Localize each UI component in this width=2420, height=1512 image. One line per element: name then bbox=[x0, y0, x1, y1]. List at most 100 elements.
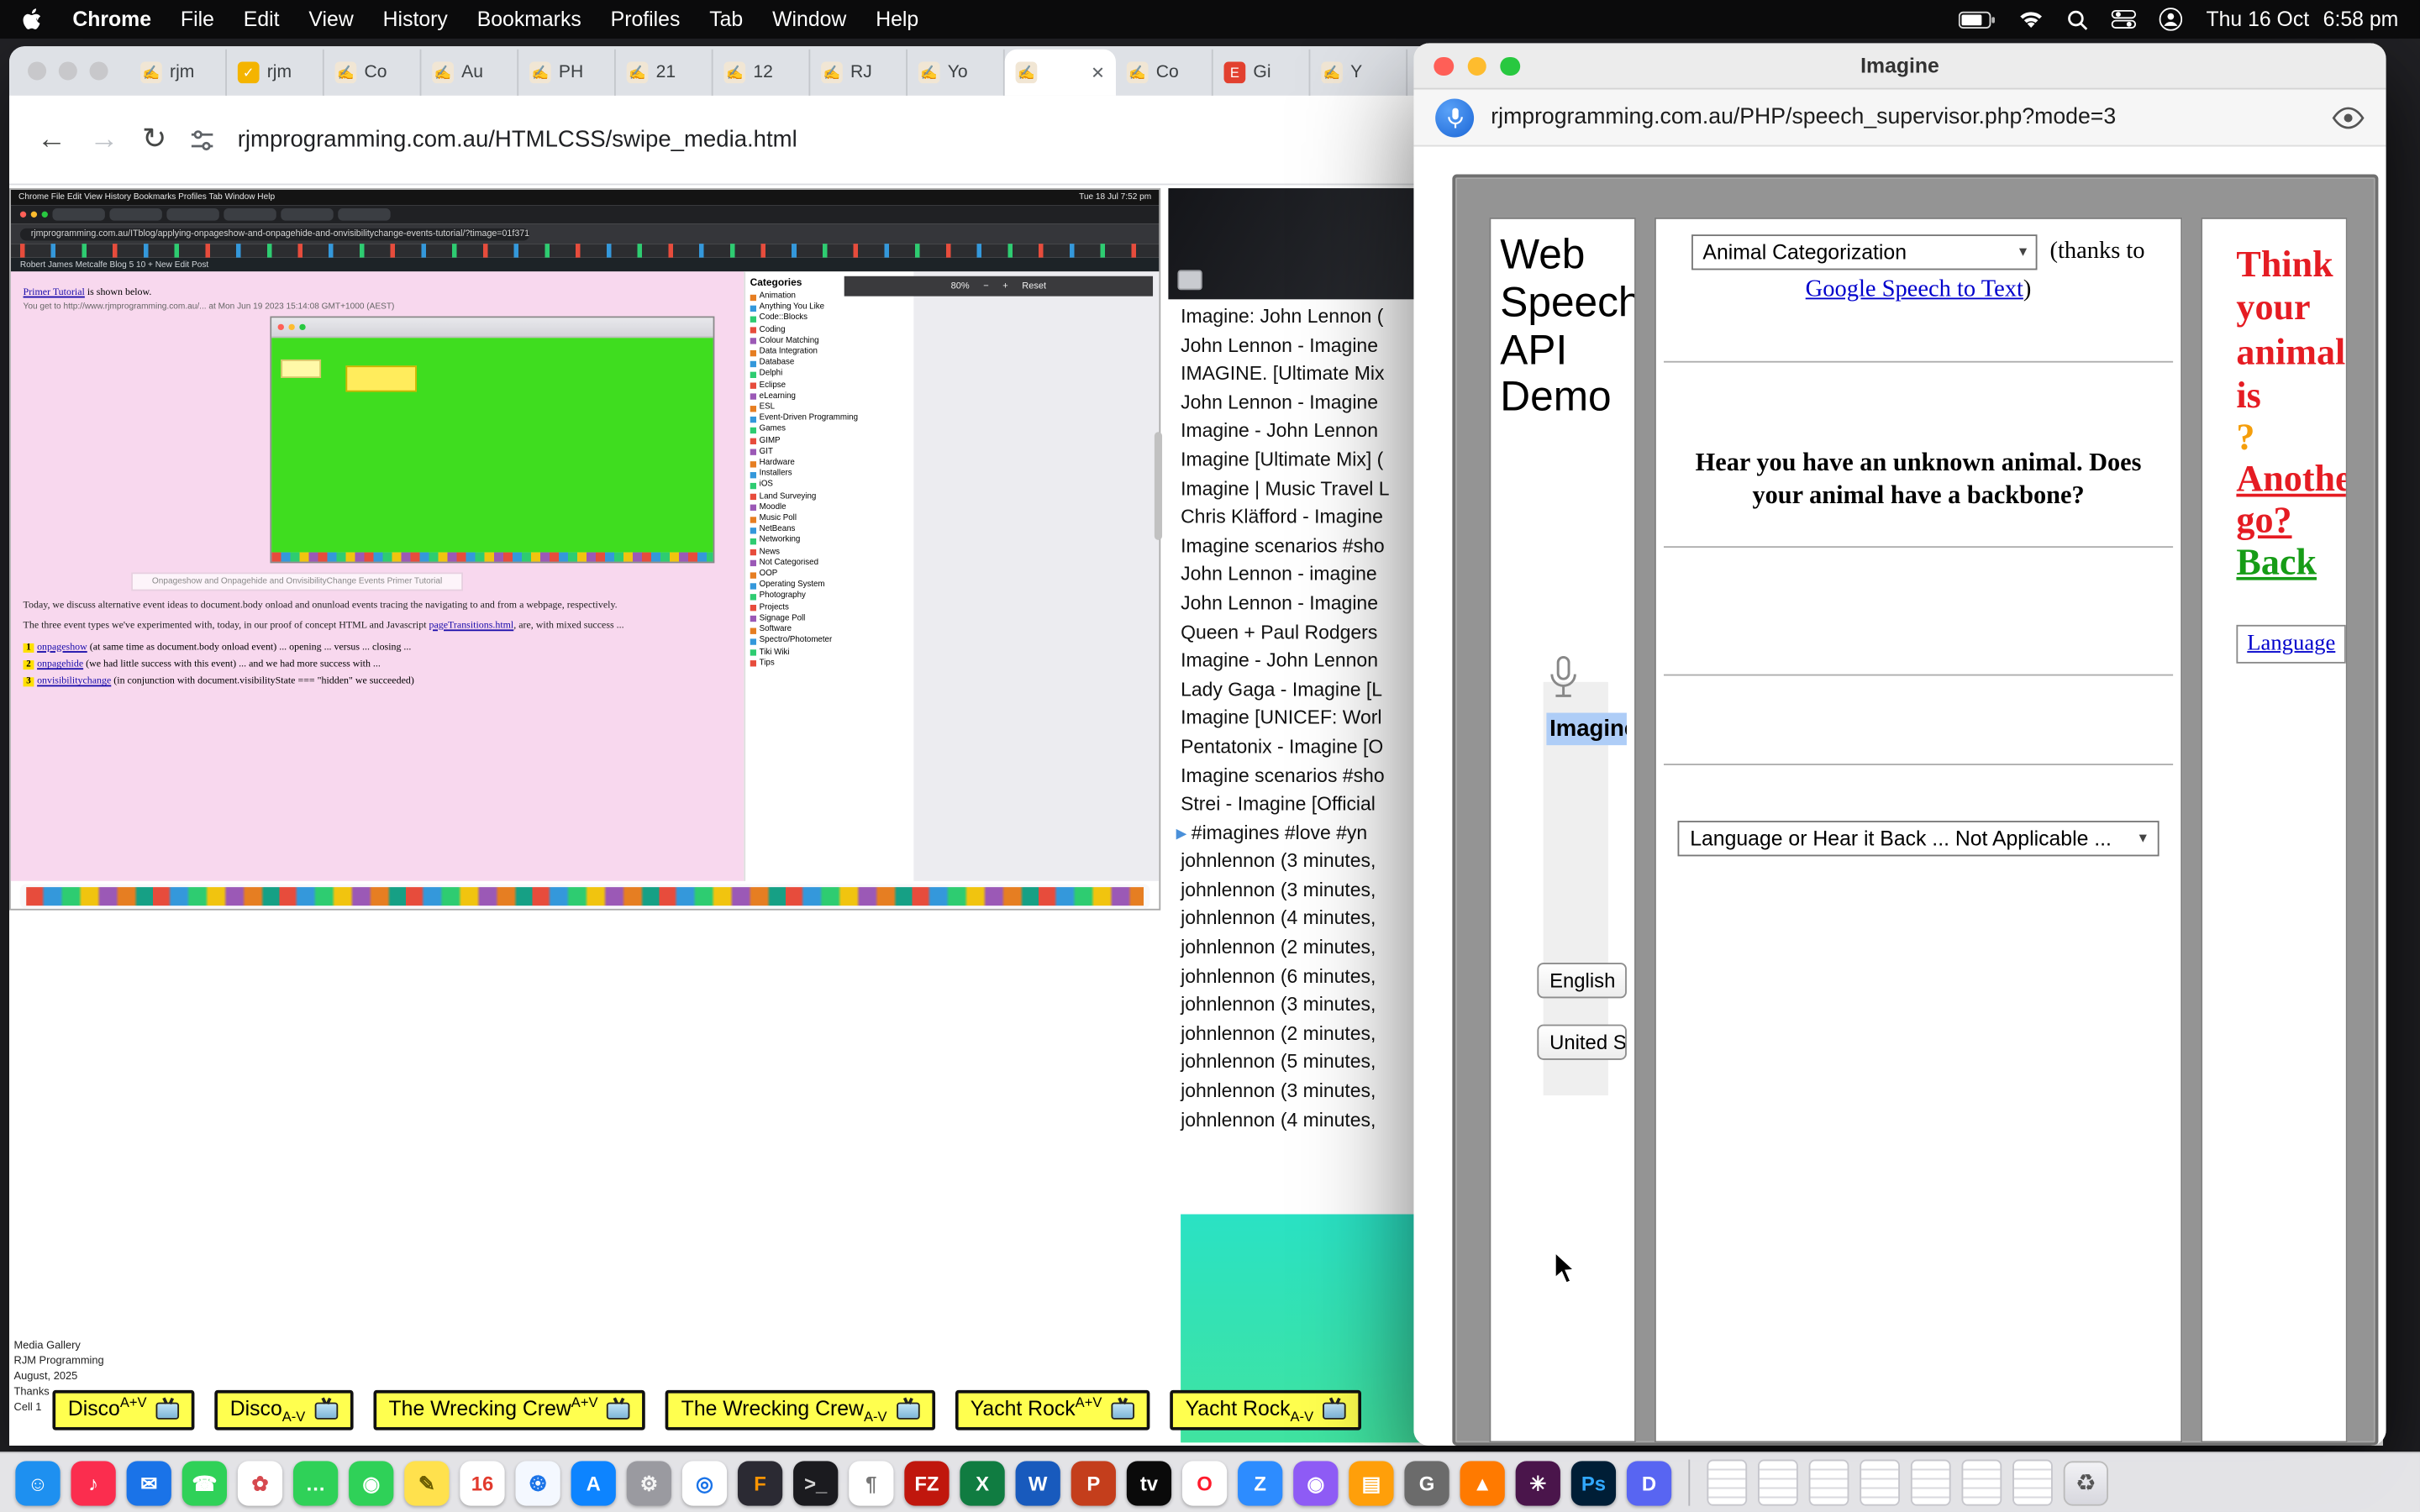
menu-item[interactable]: File bbox=[181, 8, 214, 31]
browser-tab[interactable]: ✍ RJ bbox=[810, 50, 908, 96]
language-select[interactable]: Language or Hear it Back ... Not Applica… bbox=[1678, 821, 2160, 856]
video-list-item[interactable]: Imagine | Music Travel L bbox=[1168, 475, 1424, 503]
selected-list-item[interactable]: Imagine bbox=[1546, 713, 1627, 746]
video-list-item[interactable]: johnlennon (4 minutes, bbox=[1168, 905, 1424, 933]
media-gallery-button[interactable]: The Wrecking CrewA-V bbox=[666, 1390, 934, 1431]
dock-app-icon[interactable]: D bbox=[1627, 1460, 1671, 1504]
dock-app-icon[interactable]: ◉ bbox=[349, 1460, 393, 1504]
wifi-icon[interactable] bbox=[2019, 10, 2044, 29]
dock-app-icon[interactable]: ▤ bbox=[1349, 1460, 1393, 1504]
video-list-item[interactable]: John Lennon - Imagine bbox=[1168, 331, 1424, 360]
dock-app-icon[interactable]: >_ bbox=[793, 1460, 838, 1504]
video-list-item[interactable]: johnlennon (2 minutes, bbox=[1168, 1020, 1424, 1048]
video-list-item[interactable]: IMAGINE. [Ultimate Mix bbox=[1168, 360, 1424, 388]
browser-tab[interactable]: ✓ rjm bbox=[227, 50, 324, 96]
dock-app-icon[interactable]: ✳ bbox=[1516, 1460, 1560, 1504]
dock-app-icon[interactable]: … bbox=[293, 1460, 338, 1504]
forward-icon[interactable]: → bbox=[90, 123, 119, 156]
video-list-item[interactable]: Imagine - John Lennon bbox=[1168, 417, 1424, 446]
menu-item[interactable]: Profiles bbox=[611, 8, 681, 31]
language-button[interactable]: English bbox=[1537, 963, 1627, 998]
dock-app-icon[interactable]: ¶ bbox=[849, 1460, 893, 1504]
media-gallery-button[interactable]: Yacht RockA-V bbox=[1170, 1390, 1361, 1431]
dock-app-icon[interactable]: 16 bbox=[460, 1460, 504, 1504]
video-list-item[interactable]: johnlennon (5 minutes, bbox=[1168, 1048, 1424, 1077]
dock-document-icon[interactable] bbox=[1860, 1460, 1900, 1506]
site-settings-icon[interactable] bbox=[190, 128, 214, 152]
dock-document-icon[interactable] bbox=[1911, 1460, 1951, 1506]
close-window-button[interactable] bbox=[1434, 56, 1453, 76]
video-list-item[interactable]: Queen + Paul Rodgers bbox=[1168, 618, 1424, 647]
active-app-name[interactable]: Chrome bbox=[72, 8, 151, 31]
media-gallery-button[interactable]: Yacht RockA+V bbox=[955, 1390, 1150, 1431]
video-list-item[interactable]: Imagine [Ultimate Mix] ( bbox=[1168, 446, 1424, 475]
video-list-item[interactable]: johnlennon (3 minutes, bbox=[1168, 1077, 1424, 1105]
browser-tab[interactable]: ✍ rjm bbox=[129, 50, 227, 96]
user-icon[interactable] bbox=[2160, 8, 2183, 31]
control-center-icon[interactable] bbox=[2112, 9, 2136, 29]
video-list-item[interactable]: Imagine: John Lennon ( bbox=[1168, 302, 1424, 331]
video-list-item[interactable]: Pentatonix - Imagine [O bbox=[1168, 732, 1424, 761]
video-list-item[interactable]: johnlennon (3 minutes, bbox=[1168, 876, 1424, 905]
dock-app-icon[interactable]: Ps bbox=[1571, 1460, 1616, 1504]
video-list-item[interactable]: John Lennon - Imagine bbox=[1168, 590, 1424, 618]
browser-tab[interactable]: E Gi bbox=[1213, 50, 1311, 96]
browser-tab[interactable]: ✍ Yo bbox=[908, 50, 1005, 96]
dock-document-icon[interactable] bbox=[1961, 1460, 2002, 1506]
tab-close-icon[interactable]: ✕ bbox=[1091, 62, 1105, 82]
scrollbar-thumb[interactable] bbox=[1155, 432, 1162, 540]
dock-document-icon[interactable] bbox=[1809, 1460, 1849, 1506]
video-list-item[interactable]: johnlennon (6 minutes, bbox=[1168, 962, 1424, 990]
browser-tab[interactable]: ✍ PH bbox=[518, 50, 616, 96]
dock-app-icon[interactable]: FZ bbox=[904, 1460, 949, 1504]
dock-app-icon[interactable]: ✿ bbox=[238, 1460, 282, 1504]
browser-tab[interactable]: ✍ Co bbox=[324, 50, 422, 96]
dock-app-icon[interactable]: tv bbox=[1127, 1460, 1171, 1504]
dock-app-icon[interactable]: X bbox=[960, 1460, 1004, 1504]
language-link[interactable]: Language bbox=[2247, 632, 2335, 656]
video-list-item[interactable]: Lady Gaga - Imagine [L bbox=[1168, 675, 1424, 704]
back-icon[interactable]: ← bbox=[37, 123, 66, 156]
minimize-window-button[interactable] bbox=[59, 61, 77, 80]
video-list-item[interactable]: johnlennon (3 minutes, bbox=[1168, 991, 1424, 1020]
minimize-window-button[interactable] bbox=[1467, 56, 1486, 76]
search-icon[interactable] bbox=[2067, 8, 2089, 30]
dock-app-icon[interactable]: ✉ bbox=[127, 1460, 171, 1504]
media-gallery-button[interactable]: DiscoA-V bbox=[214, 1390, 353, 1431]
video-list-item[interactable]: johnlennon (3 minutes, bbox=[1168, 848, 1424, 876]
dock-app-icon[interactable]: ◎ bbox=[682, 1460, 727, 1504]
back-link[interactable]: Back bbox=[2236, 543, 2317, 584]
dock-app-icon[interactable]: A bbox=[571, 1460, 616, 1504]
menu-item[interactable]: History bbox=[383, 8, 448, 31]
dock-app-icon[interactable]: ☎ bbox=[182, 1460, 227, 1504]
video-list-item[interactable]: Imagine [UNICEF: Worl bbox=[1168, 704, 1424, 732]
imagine-address-bar[interactable]: rjmprogramming.com.au/PHP/speech_supervi… bbox=[1491, 105, 2116, 129]
menu-item[interactable]: Bookmarks bbox=[477, 8, 581, 31]
reload-icon[interactable]: ↻ bbox=[142, 122, 166, 157]
category-select[interactable]: Animal Categorization ▾ bbox=[1692, 234, 2038, 270]
menu-item[interactable]: View bbox=[308, 8, 353, 31]
video-list-item[interactable]: Imagine scenarios #sho bbox=[1168, 532, 1424, 560]
video-list-item[interactable]: John Lennon - Imagine bbox=[1168, 388, 1424, 417]
dock-app-icon[interactable]: P bbox=[1071, 1460, 1116, 1504]
dock-app-icon[interactable]: ❂ bbox=[515, 1460, 560, 1504]
media-gallery-button[interactable]: DiscoA+V bbox=[52, 1390, 194, 1431]
dock-app-icon[interactable]: ◉ bbox=[1293, 1460, 1338, 1504]
menu-item[interactable]: Window bbox=[772, 8, 846, 31]
video-list-item[interactable]: John Lennon - imagine bbox=[1168, 560, 1424, 589]
video-list-item[interactable]: ▶ #imagines #love #yn bbox=[1168, 819, 1424, 848]
dock-app-icon[interactable]: ♪ bbox=[71, 1460, 115, 1504]
dock-app-icon[interactable]: ⚙ bbox=[627, 1460, 671, 1504]
video-list-item[interactable]: Imagine scenarios #sho bbox=[1168, 761, 1424, 790]
dock-app-icon[interactable]: ☺ bbox=[15, 1460, 60, 1504]
country-button[interactable]: United States bbox=[1537, 1025, 1627, 1060]
address-bar[interactable]: rjmprogramming.com.au/HTMLCSS/swipe_medi… bbox=[238, 127, 797, 153]
close-window-button[interactable] bbox=[28, 61, 46, 80]
video-list-item[interactable]: johnlennon (4 minutes, bbox=[1168, 1105, 1424, 1134]
dock-app-icon[interactable]: G bbox=[1404, 1460, 1449, 1504]
browser-tab[interactable]: ✍ 21 bbox=[616, 50, 713, 96]
video-list-item[interactable]: johnlennon (2 minutes, bbox=[1168, 933, 1424, 962]
zoom-window-button[interactable] bbox=[90, 61, 108, 80]
browser-tab[interactable]: ✍ Co bbox=[1116, 50, 1213, 96]
menu-item[interactable]: Tab bbox=[709, 8, 743, 31]
